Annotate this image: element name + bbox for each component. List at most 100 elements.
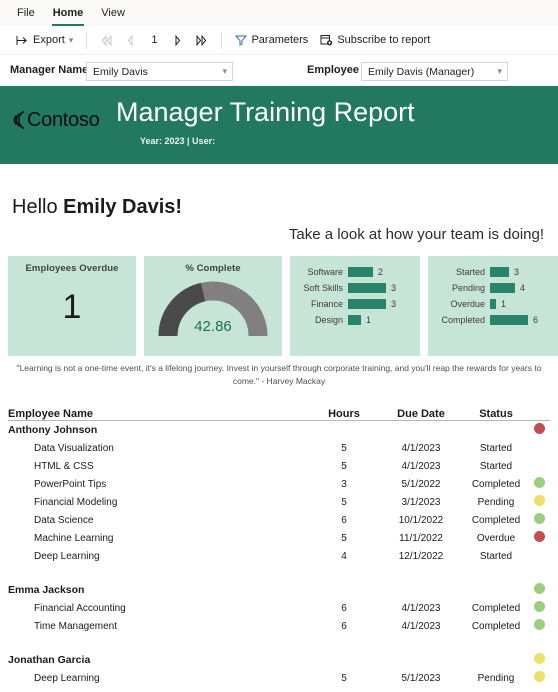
first-page-icon	[100, 34, 113, 46]
export-icon	[16, 35, 29, 46]
cell-employee-name: Data Visualization	[34, 442, 114, 454]
greeting-name: Emily Davis!	[63, 196, 183, 218]
table-row[interactable]: Data Visualization 5 4/1/2023 Started	[8, 439, 550, 457]
bar-value: 3	[391, 283, 397, 293]
bar-value: 4	[520, 283, 526, 293]
bar-row: Software 2	[294, 265, 414, 279]
bar-label: Completed	[441, 315, 485, 325]
bar-row: Design 1	[294, 313, 414, 327]
table-row[interactable]: Data Science 6 10/1/2022 Completed	[8, 511, 550, 529]
table-row[interactable]: Financial Modeling 5 3/1/2023 Pending	[8, 493, 550, 511]
cell-hours: 6	[341, 620, 347, 632]
bar-value: 1	[366, 315, 372, 325]
cell-hours: 5	[341, 672, 347, 684]
status-dot-icon	[533, 513, 545, 524]
cell-employee-name: HTML & CSS	[34, 460, 94, 472]
toolbar-divider-2	[221, 31, 223, 49]
card-title-employees-overdue: Employees Overdue	[25, 263, 119, 274]
cell-status: Started	[479, 460, 513, 472]
cell-employee-name: PowerPoint Tips	[34, 478, 107, 490]
cell-employee-name: Machine Learning	[34, 532, 114, 544]
cell-status-indicator	[528, 423, 550, 437]
bar-value: 6	[533, 315, 539, 325]
cell-employee-name: Financial Accounting	[34, 602, 126, 614]
card-percent-complete: % Complete 42.86	[144, 256, 282, 356]
table-row[interactable]: PowerPoint Tips 3 5/1/2022 Completed	[8, 475, 550, 493]
last-page-button[interactable]	[189, 26, 214, 55]
motivational-quote: "Learning is not a one-time event, it's …	[16, 363, 542, 386]
cell-status-indicator	[528, 601, 550, 615]
next-page-button[interactable]	[167, 26, 189, 55]
cell-employee-name: Emma Jackson	[8, 584, 85, 596]
report-viewer: File Home View Export ▾ 1 Parameters Sub…	[0, 0, 558, 692]
cell-due-date: 12/1/2022	[398, 550, 444, 562]
cell-employee-name: Deep Learning	[34, 672, 100, 684]
status-dot-icon	[533, 477, 545, 488]
last-page-icon	[195, 34, 208, 46]
cell-due-date: 5/1/2022	[401, 478, 441, 490]
cell-hours: 6	[341, 514, 347, 526]
cell-due-date: 10/1/2022	[398, 514, 444, 526]
cell-status-indicator	[528, 495, 550, 509]
employee-select[interactable]: Emily Davis (Manager) ▾	[361, 62, 508, 81]
first-page-button[interactable]	[94, 26, 119, 55]
bar-fill	[490, 315, 528, 325]
bar-fill	[490, 283, 515, 293]
status-dot-icon	[533, 619, 545, 630]
export-button[interactable]: Export ▾	[10, 26, 79, 55]
greeting-hello: Hello	[12, 196, 64, 218]
greeting-subtitle: Take a look at how your team is doing!	[288, 226, 544, 243]
bar-value: 1	[501, 299, 507, 309]
status-dot-icon	[533, 423, 545, 434]
table-row[interactable]: Deep Learning 4 12/1/2022 Started	[8, 547, 550, 565]
manager-name-select[interactable]: Emily Davis ▾	[86, 62, 233, 81]
cell-hours: 5	[341, 496, 347, 508]
status-bar-chart: Started 3 Pending 4 Overdue 1 Completed 6	[428, 256, 558, 327]
table-group-row[interactable]: Anthony Johnson	[8, 421, 550, 439]
bar-label: Finance	[310, 299, 343, 309]
previous-page-button[interactable]	[119, 26, 141, 55]
cell-hours: 3	[341, 478, 347, 490]
cell-employee-name: Time Management	[34, 620, 117, 632]
table-row[interactable]: Machine Learning 5 11/1/2022 Overdue	[8, 529, 550, 547]
parameters-button[interactable]: Parameters	[229, 26, 314, 55]
table-row[interactable]: Time Management 6 4/1/2023 Completed	[8, 617, 550, 635]
table-body: Anthony Johnson Data Visualization 5 4/1/20…	[8, 421, 550, 687]
greeting-line: Hello Emily Davis!	[12, 196, 182, 219]
page-number[interactable]: 1	[141, 34, 167, 46]
cell-hours: 5	[341, 532, 347, 544]
cell-employee-name: Jonathan Garcia	[8, 654, 91, 666]
cell-status-indicator	[528, 671, 550, 685]
bar-label: Software	[307, 267, 343, 277]
chevron-down-icon: ▾	[497, 66, 502, 76]
employee-value: Emily Davis (Manager)	[368, 65, 475, 78]
table-row[interactable]: HTML & CSS 5 4/1/2023 Started	[8, 457, 550, 475]
table-row[interactable]: Financial Accounting 6 4/1/2023 Completed	[8, 599, 550, 617]
bar-label: Started	[455, 267, 485, 277]
filter-funnel-icon	[235, 34, 248, 46]
manager-name-value: Emily Davis	[93, 65, 148, 78]
export-label: Export	[33, 34, 65, 46]
table-spacer-row	[8, 635, 550, 651]
next-page-icon	[173, 34, 183, 46]
tab-file[interactable]: File	[8, 0, 44, 26]
bar-fill	[348, 315, 361, 325]
table-row[interactable]: Deep Learning 5 5/1/2023 Pending	[8, 669, 550, 687]
table-group-row[interactable]: Emma Jackson	[8, 581, 550, 599]
cell-status: Completed	[471, 602, 521, 614]
percent-complete-gauge: 42.86	[144, 274, 282, 348]
status-dot-icon	[533, 653, 545, 664]
tab-home[interactable]: Home	[44, 0, 93, 26]
bar-fill	[490, 267, 509, 277]
cell-hours: 5	[341, 442, 347, 454]
cell-status: Overdue	[476, 532, 516, 544]
subscribe-button[interactable]: Subscribe to report	[314, 26, 436, 55]
ribbon-tab-strip: File Home View	[0, 0, 558, 26]
bar-fill	[348, 267, 373, 277]
contoso-logo: Contoso	[10, 108, 100, 132]
command-bar: Export ▾ 1 Parameters Subscribe to repor…	[0, 26, 558, 55]
bar-fill	[348, 283, 386, 293]
status-dot-icon	[533, 531, 545, 542]
table-group-row[interactable]: Jonathan Garcia	[8, 651, 550, 669]
tab-view[interactable]: View	[92, 0, 134, 26]
